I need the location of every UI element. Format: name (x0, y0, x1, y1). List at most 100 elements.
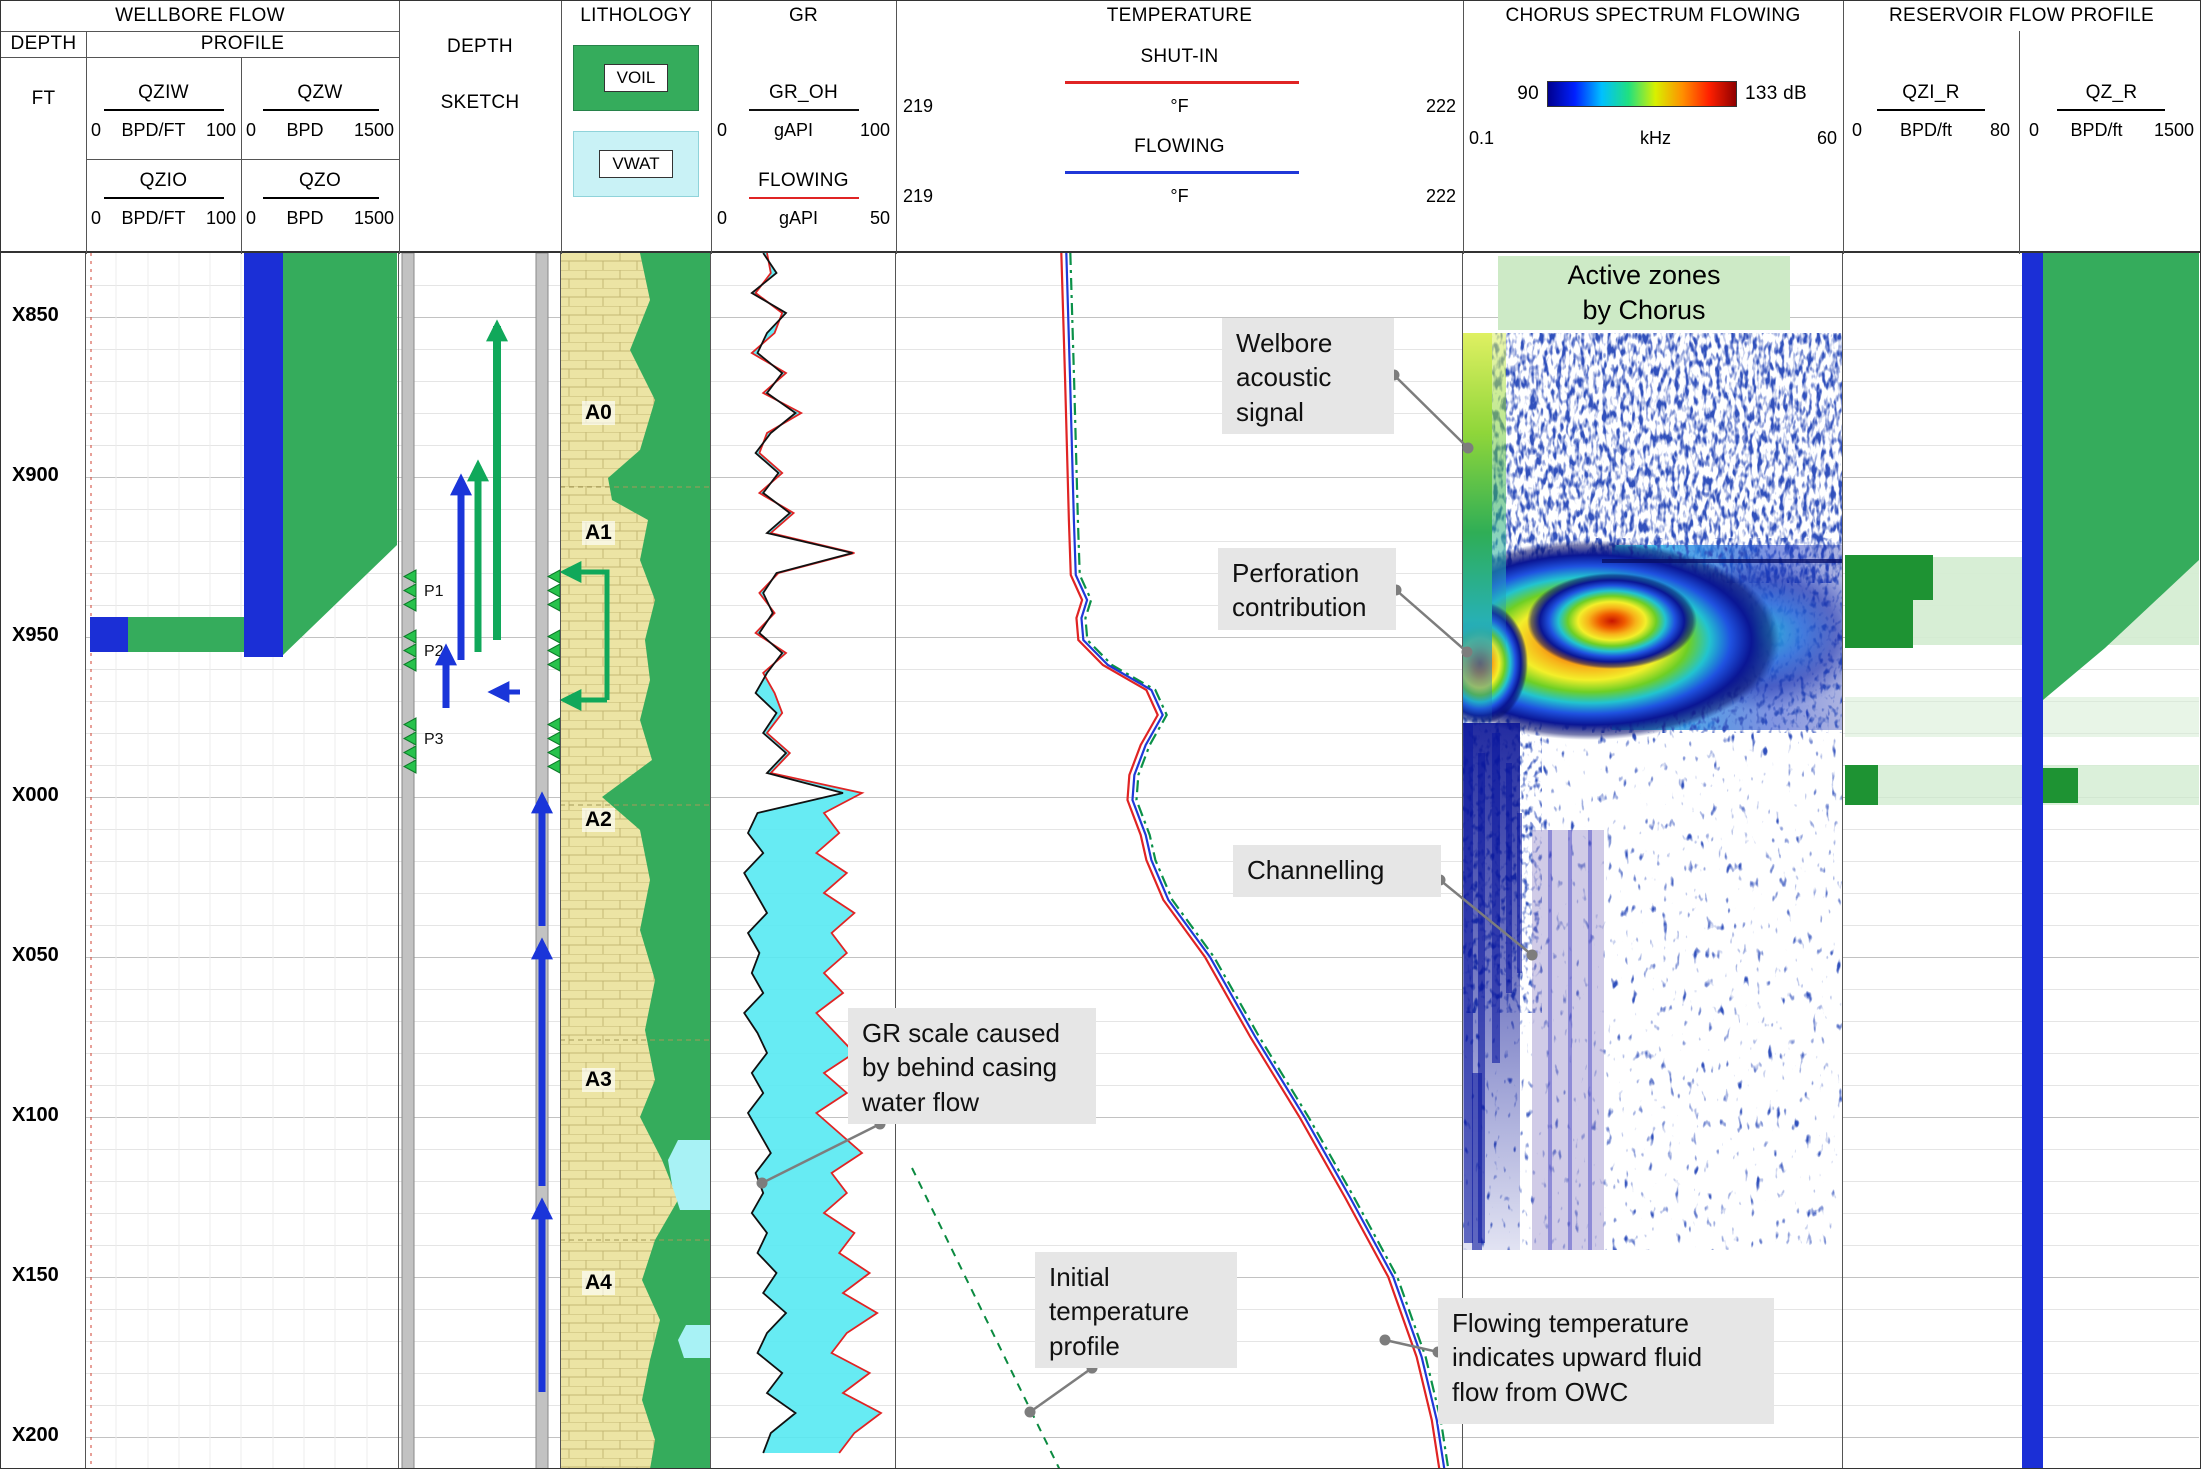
scale-max: 1500 (354, 120, 394, 141)
scale-unit: °F (1170, 186, 1188, 207)
gr-title: GR (711, 1, 896, 31)
gr-flowing-curve-line (749, 197, 859, 199)
qzi-r-scale: 0 BPD/ft 80 (1852, 119, 2010, 141)
scale-max: 222 (1426, 96, 1456, 117)
zone-label: A4 (582, 1271, 615, 1295)
header-grid-line (711, 1, 712, 254)
scale-min: 0 (2029, 120, 2039, 141)
qziw-scale: 0 BPD/FT 100 (91, 119, 236, 141)
scale-unit: BPD (286, 208, 323, 229)
shutin-curve-line (1065, 81, 1299, 84)
ft-label: FT (1, 87, 86, 111)
scale-max: 80 (1990, 120, 2010, 141)
voil-swatch: VOIL (573, 45, 699, 111)
scale-unit: gAPI (774, 120, 813, 141)
vwat-label: VWAT (599, 150, 672, 178)
wellbore-flow-title: WELLBORE FLOW (1, 1, 399, 31)
scale-max: 100 (860, 120, 890, 141)
header-grid-line (1463, 1, 1464, 254)
voil-label: VOIL (604, 64, 669, 92)
scale-min: 219 (903, 186, 933, 207)
chorus-db-min: 90 (1489, 83, 1539, 105)
shutin-name: SHUT-IN (896, 45, 1463, 69)
chorus-colorbar (1547, 81, 1737, 107)
depth-header: DEPTH (1, 31, 86, 57)
scale-min: 0 (91, 208, 101, 229)
temp-flowing-name: FLOWING (896, 135, 1463, 159)
scale-max: 60 (1817, 128, 1837, 149)
scale-min: 0 (1852, 120, 1862, 141)
scale-unit: BPD/ft (1900, 120, 1952, 141)
callout-flowing-temperature: Flowing temperature indicates upward flu… (1438, 1298, 1774, 1424)
qzo-curve-line (263, 197, 379, 199)
header-grid-line (1, 57, 399, 58)
scale-min: 0 (246, 120, 256, 141)
header-grid-line (1843, 1, 1844, 254)
callout-initial-temperature: Initial temperature profile (1035, 1252, 1237, 1368)
zone-label: A3 (582, 1068, 615, 1092)
lithology-title: LITHOLOGY (561, 1, 711, 31)
callout-perforation-contribution: Perforation contribution (1218, 548, 1396, 630)
reservoir-title: RESERVOIR FLOW PROFILE (1843, 1, 2200, 31)
header-grid-line (86, 159, 399, 160)
scale-min: 0.1 (1469, 128, 1494, 149)
gr-flowing-scale: 0 gAPI 50 (717, 207, 890, 229)
depth-label: X000 (12, 784, 76, 807)
profile-header: PROFILE (86, 31, 399, 57)
vwat-swatch: VWAT (573, 131, 699, 197)
qzo-scale: 0 BPD 1500 (246, 207, 394, 229)
qzw-curve-line (263, 109, 379, 111)
qzw-scale: 0 BPD 1500 (246, 119, 394, 141)
header-grid-line (86, 31, 87, 254)
zone-label: A1 (582, 521, 615, 545)
scale-max: 1500 (354, 208, 394, 229)
header-grid-line (1, 31, 399, 32)
qzio-curve-line (104, 197, 224, 199)
zone-label: A0 (582, 401, 615, 425)
qzi-r-curve-line (1877, 109, 1985, 111)
scale-unit: °F (1170, 96, 1188, 117)
scale-max: 100 (206, 208, 236, 229)
gr-oh-scale: 0 gAPI 100 (717, 119, 890, 141)
qzio-name: QZIO (86, 169, 241, 193)
chorus-db-max: 133 dB (1745, 83, 1845, 105)
qz-r-scale: 0 BPD/ft 1500 (2029, 119, 2194, 141)
header-grid-line (561, 1, 562, 254)
scale-unit: BPD (286, 120, 323, 141)
depth-label: X200 (12, 1424, 76, 1447)
callout-wellbore-acoustic-signal: Welbore acoustic signal (1222, 318, 1394, 434)
temp-flowing-scale: 219 °F 222 (903, 185, 1456, 207)
qzo-name: QZO (241, 169, 399, 193)
callout-gr-behind-casing: GR scale caused by behind casing water f… (848, 1008, 1096, 1124)
gr-flowing-name: FLOWING (711, 169, 896, 193)
active-zones-label: Active zones by Chorus (1498, 256, 1790, 330)
zone-label: A2 (582, 808, 615, 832)
qzw-name: QZW (241, 81, 399, 105)
depth-label: X150 (12, 1264, 76, 1287)
scale-unit: kHz (1640, 128, 1671, 149)
scale-max: 222 (1426, 186, 1456, 207)
scale-unit: BPD/ft (2070, 120, 2122, 141)
scale-unit: gAPI (779, 208, 818, 229)
depth-label: X950 (12, 624, 76, 647)
qz-r-curve-line (2057, 109, 2165, 111)
qzio-scale: 0 BPD/FT 100 (91, 207, 236, 229)
scale-min: 0 (717, 208, 727, 229)
temp-flowing-curve-line (1065, 171, 1299, 174)
qzi-r-name: QZI_R (1846, 81, 2016, 105)
scale-max: 1500 (2154, 120, 2194, 141)
header-grid-line (896, 1, 897, 254)
scale-min: 0 (91, 120, 101, 141)
qziw-curve-line (104, 109, 224, 111)
depth-label: X900 (12, 464, 76, 487)
depth-label: X050 (12, 944, 76, 967)
header-grid-line (399, 1, 400, 254)
callout-channelling: Channelling (1233, 845, 1441, 897)
gr-oh-curve-line (749, 109, 859, 111)
log-header: WELLBORE FLOW LITHOLOGY GR TEMPERATURE C… (0, 0, 2201, 253)
scale-unit: BPD/FT (121, 208, 185, 229)
scale-min: 0 (717, 120, 727, 141)
shutin-scale: 219 °F 222 (903, 95, 1456, 117)
scale-min: 219 (903, 96, 933, 117)
header-grid-line (2019, 31, 2020, 254)
